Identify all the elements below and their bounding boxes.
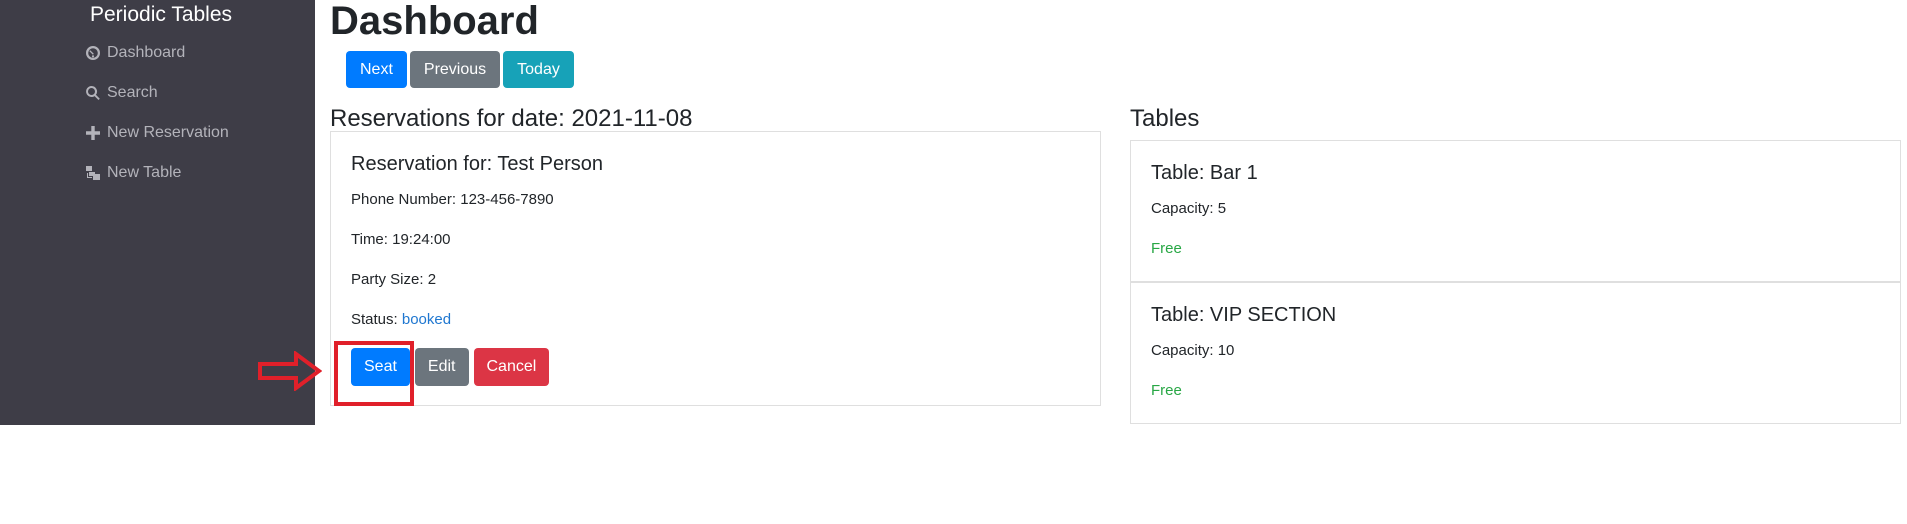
- page-title: Dashboard: [330, 0, 539, 43]
- reservation-party-size: Party Size: 2: [351, 271, 436, 288]
- date-navigation: Next Previous Today: [346, 51, 574, 88]
- table-status: Free: [1151, 382, 1182, 399]
- next-button[interactable]: Next: [346, 51, 407, 88]
- table-title: Table: VIP SECTION: [1151, 304, 1337, 326]
- dashboard-icon: [86, 46, 100, 60]
- reservation-title: Reservation for: Test Person: [351, 153, 603, 175]
- table-title: Table: Bar 1: [1151, 162, 1258, 184]
- sidebar-item-label: New Table: [107, 164, 182, 181]
- phone-value: 123-456-7890: [460, 191, 554, 208]
- phone-label: Phone Number:: [351, 191, 457, 208]
- search-icon: [86, 86, 100, 100]
- table-card: Table: Bar 1 Capacity: 5 Free: [1130, 140, 1901, 282]
- reservation-time: Time: 19:24:00: [351, 231, 451, 248]
- time-label: Time:: [351, 231, 388, 248]
- table-card: Table: VIP SECTION Capacity: 10 Free: [1130, 282, 1901, 424]
- reservations-heading: Reservations for date: 2021-11-08: [330, 105, 693, 132]
- reservation-phone: Phone Number: 123-456-7890: [351, 191, 554, 208]
- table-status: Free: [1151, 240, 1182, 257]
- sidebar-item-search[interactable]: Search: [85, 84, 158, 102]
- sidebar-item-label: Search: [107, 84, 158, 101]
- sidebar-item-dashboard[interactable]: Dashboard: [85, 44, 185, 62]
- capacity-value: 5: [1217, 200, 1227, 217]
- main-content: Dashboard Next Previous Today Reservatio…: [330, 0, 1907, 425]
- cancel-button[interactable]: Cancel: [473, 348, 550, 386]
- brand-title[interactable]: Periodic Tables: [90, 3, 232, 27]
- annotation-highlight-box: [334, 341, 414, 406]
- capacity-value: 10: [1217, 342, 1235, 359]
- party-label: Party Size:: [351, 271, 424, 288]
- today-button[interactable]: Today: [503, 51, 574, 88]
- table-icon: [86, 166, 100, 180]
- status-badge: booked: [401, 311, 452, 328]
- party-value: 2: [427, 271, 437, 288]
- time-value: 19:24:00: [392, 231, 451, 248]
- reservation-status: Status: booked: [351, 311, 451, 328]
- sidebar-item-label: New Reservation: [107, 124, 229, 141]
- capacity-label: Capacity:: [1151, 342, 1214, 359]
- edit-button[interactable]: Edit: [414, 348, 469, 386]
- status-label: Status:: [351, 311, 398, 328]
- previous-button[interactable]: Previous: [409, 51, 501, 88]
- table-capacity: Capacity: 5: [1151, 200, 1226, 217]
- sidebar-item-new-table[interactable]: New Table: [85, 164, 181, 182]
- plus-icon: [86, 126, 100, 140]
- reservation-card: Reservation for: Test Person Phone Numbe…: [330, 131, 1101, 406]
- tables-heading: Tables: [1130, 105, 1200, 132]
- table-capacity: Capacity: 10: [1151, 342, 1234, 359]
- sidebar-item-new-reservation[interactable]: New Reservation: [85, 124, 229, 142]
- sidebar-item-label: Dashboard: [107, 44, 186, 61]
- annotation-arrow-icon: [258, 351, 322, 391]
- capacity-label: Capacity:: [1151, 200, 1214, 217]
